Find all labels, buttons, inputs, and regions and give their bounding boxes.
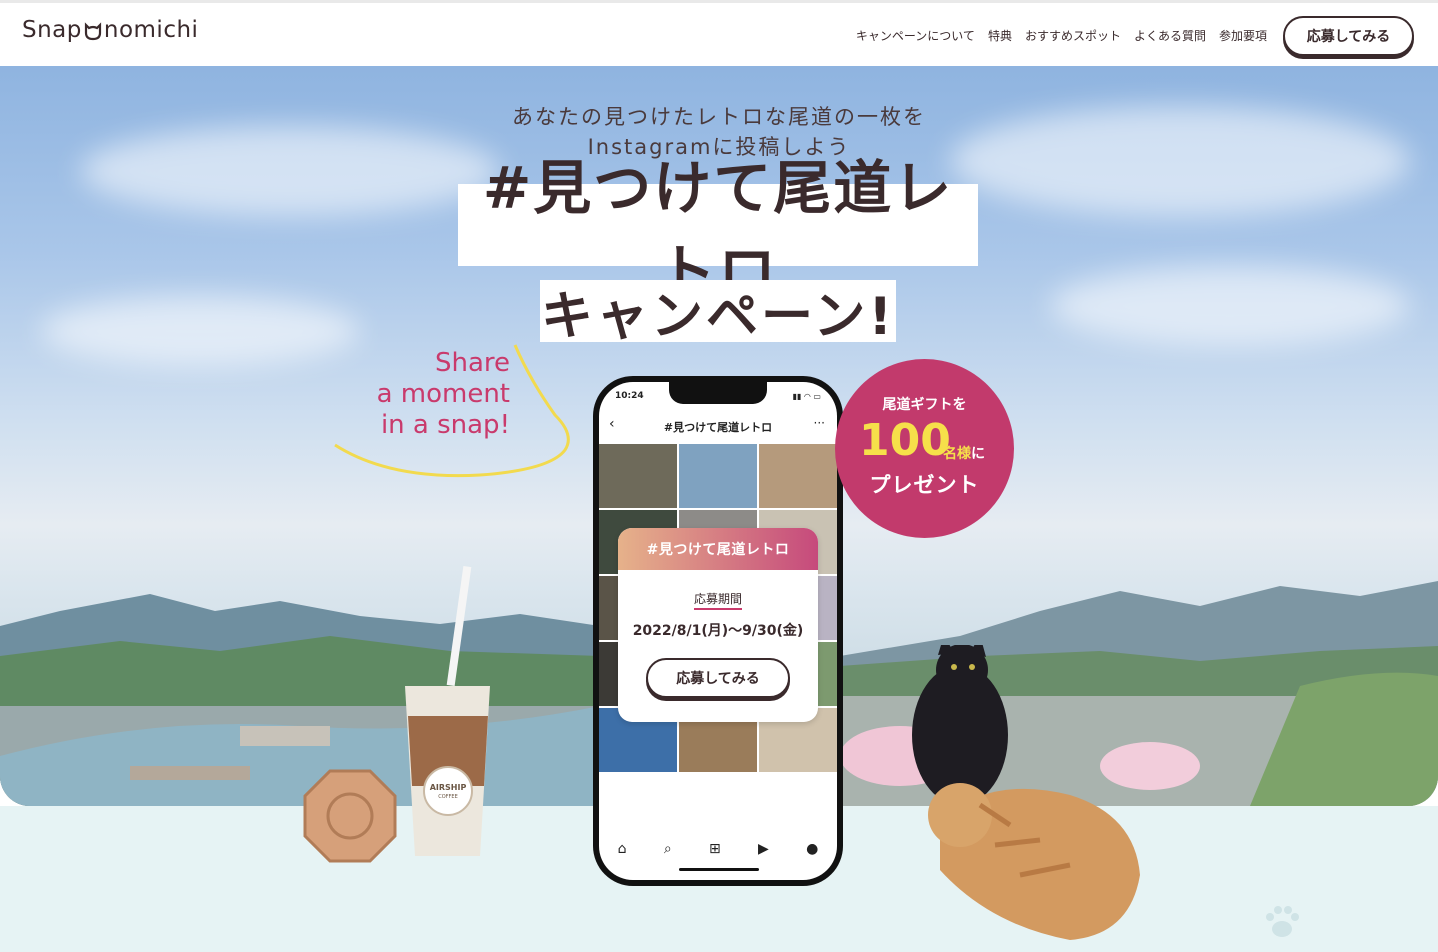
entry-period-dates: 2022/8/1(月)〜9/30(金) [632, 623, 804, 639]
site-logo[interactable]: Snap nomichi [22, 17, 198, 43]
nav-rules[interactable]: 参加要項 [1219, 27, 1267, 44]
nav-benefits[interactable]: 特典 [988, 27, 1012, 44]
cat-face-icon [83, 21, 103, 41]
add-post-icon[interactable]: ⊞ [709, 841, 721, 857]
campaign-title-line1: #見つけて尾道レトロ [458, 154, 978, 306]
phone-notch [669, 382, 767, 404]
entry-period-label: 応募期間 [618, 590, 818, 610]
gift-badge: 尾道ギフトを 100 名様に プレゼント [835, 359, 1014, 538]
more-options-icon[interactable]: ··· [814, 416, 825, 430]
search-icon[interactable]: ⌕ [664, 841, 672, 857]
apply-button-header[interactable]: 応募してみる [1283, 16, 1414, 56]
cup-sub: COFFEE [438, 794, 458, 800]
profile-avatar-icon[interactable]: ● [806, 841, 818, 857]
nav-about[interactable]: キャンペーンについて [856, 27, 975, 44]
entry-period-label-text: 応募期間 [693, 592, 742, 610]
home-indicator [679, 868, 759, 871]
instagram-hashtag-title: #見つけて尾道レトロ [663, 421, 773, 434]
main-nav: キャンペーンについて 特典 おすすめスポット よくある質問 参加要項 [856, 27, 1267, 44]
reels-icon[interactable]: ▶ [758, 841, 769, 857]
logo-text-onomichi: nomichi [103, 17, 199, 43]
campaign-title-line2: キャンペーン! [540, 280, 896, 347]
status-time: 10:24 [615, 391, 644, 401]
card-title: #見つけて尾道レトロ [618, 528, 818, 570]
nav-spots[interactable]: おすすめスポット [1025, 27, 1121, 44]
gift-line3: プレゼント [869, 473, 980, 497]
apply-button-card[interactable]: 応募してみる [646, 658, 790, 698]
nav-faq[interactable]: よくある質問 [1134, 27, 1206, 44]
gift-suffix: 名様に [943, 443, 985, 463]
cup-brand: AIRSHIP [429, 783, 467, 792]
instagram-tab-bar: ⌂ ⌕ ⊞ ▶ ● [599, 834, 837, 864]
gift-suffix-b: に [971, 446, 985, 462]
gift-number: 100 [859, 415, 951, 466]
gift-suffix-a: 名様 [943, 446, 971, 462]
grid-photo[interactable] [759, 444, 837, 508]
campaign-popup-card: #見つけて尾道レトロ 応募期間 2022/8/1(月)〜9/30(金) 応募して… [618, 528, 818, 722]
logo-text-snap: Snap [22, 17, 82, 43]
home-icon[interactable]: ⌂ [618, 841, 627, 857]
paw-print-icon [1266, 906, 1299, 937]
iced-coffee-and-cookie [303, 566, 490, 863]
status-icons: ▮▮ ◠ ▭ [792, 392, 821, 401]
gift-line1: 尾道ギフトを [882, 397, 967, 413]
tagline-line1: あなたの見つけたレトロな尾道の一枚を [512, 105, 926, 129]
grid-photo[interactable] [679, 444, 757, 508]
cats-illustration [912, 645, 1140, 940]
grid-photo[interactable] [599, 444, 677, 508]
yellow-swoosh [334, 344, 570, 478]
site-header: Snap nomichi キャンペーンについて 特典 おすすめスポット よくある… [0, 3, 1438, 66]
